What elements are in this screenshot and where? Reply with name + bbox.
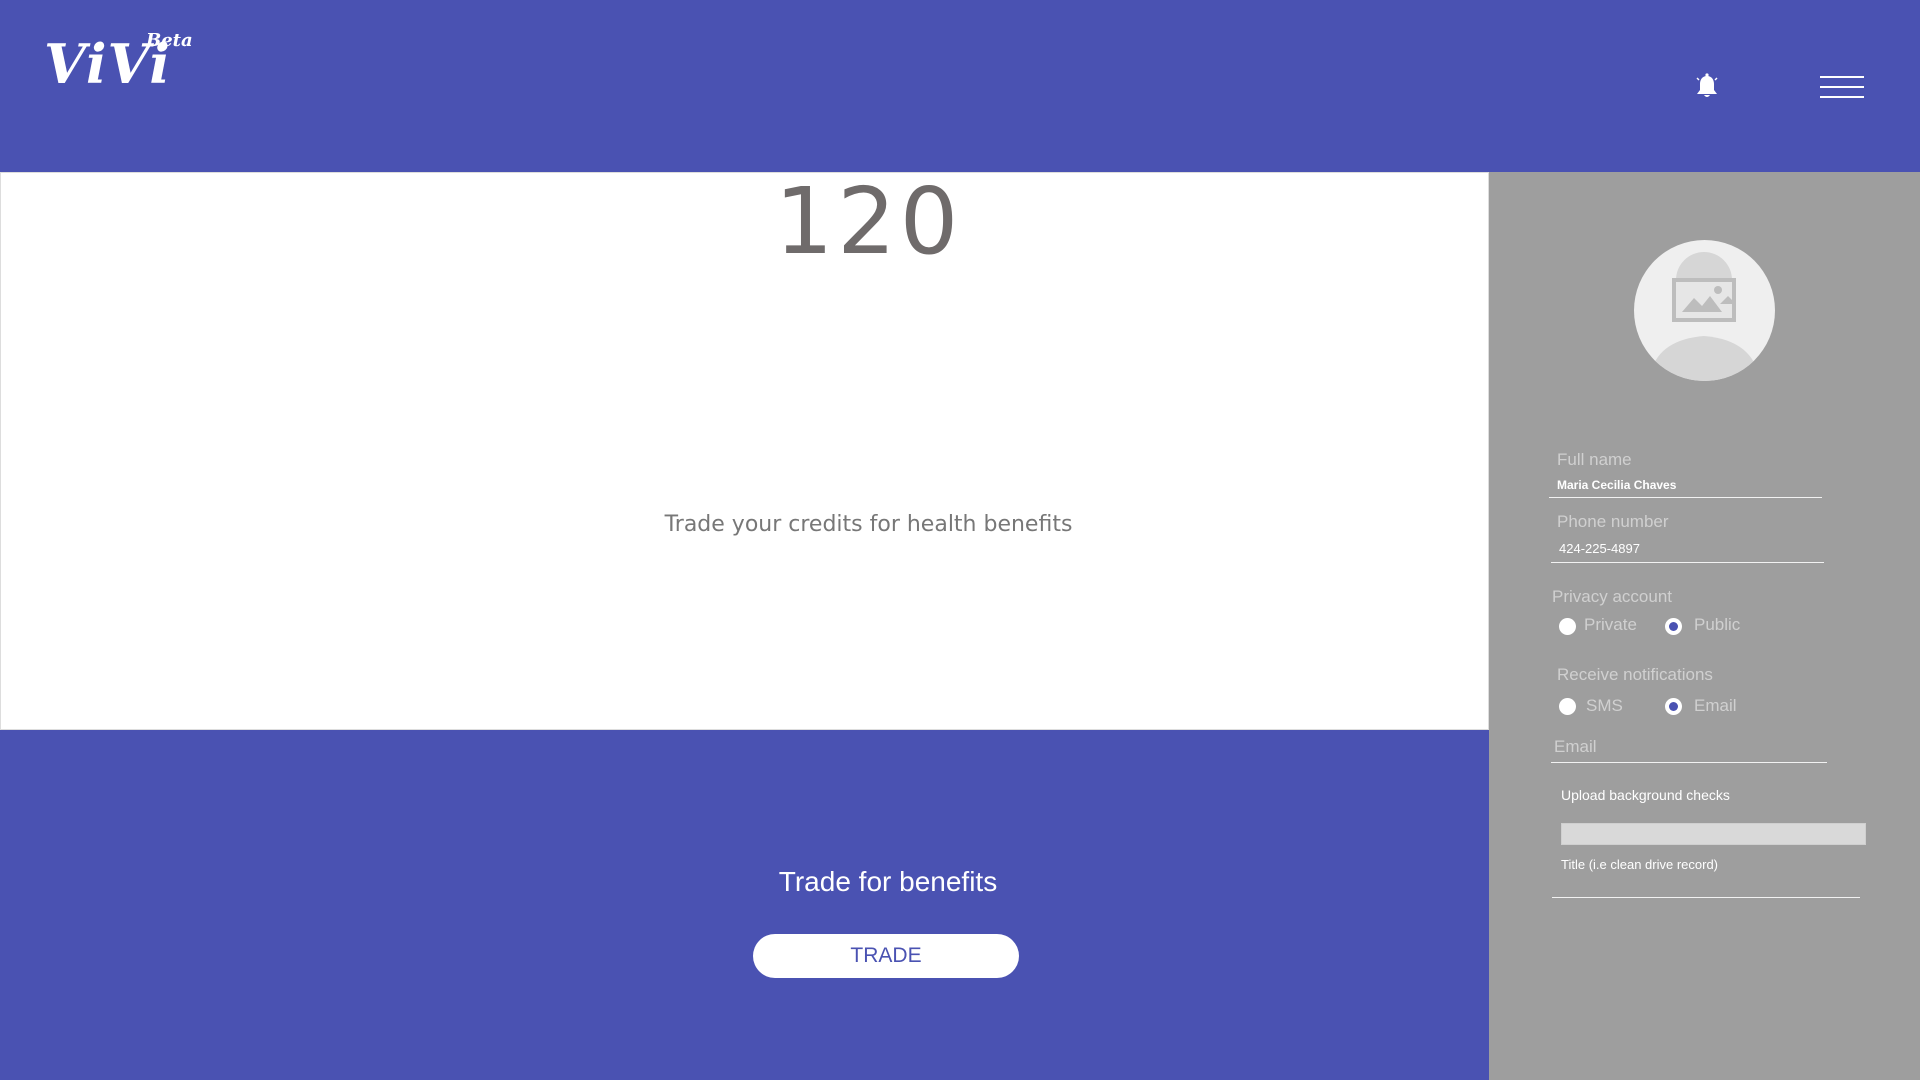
receive-notifications-label: Receive notifications	[1557, 665, 1713, 684]
trade-button[interactable]: TRADE	[753, 934, 1019, 978]
profile-panel: Full name Maria Cecilia Chaves Phone num…	[1489, 172, 1920, 1080]
email-field[interactable]: Email	[1554, 737, 1597, 757]
privacy-account-label: Privacy account	[1552, 587, 1672, 606]
document-title-field[interactable]: Title (i.e clean drive record)	[1561, 857, 1718, 872]
email-underline	[1551, 762, 1827, 763]
notify-sms-radio[interactable]	[1559, 698, 1576, 715]
bell-icon[interactable]	[1694, 72, 1720, 100]
upload-background-checks-label: Upload background checks	[1561, 787, 1730, 803]
phone-number-label: Phone number	[1557, 512, 1669, 531]
privacy-private-label: Private	[1584, 615, 1637, 634]
document-title-underline	[1552, 897, 1860, 898]
notify-sms-label: SMS	[1586, 696, 1623, 715]
credits-caption: Trade your credits for health benefits	[664, 512, 1073, 537]
privacy-public-radio[interactable]	[1665, 618, 1682, 635]
full-name-field[interactable]: Maria Cecilia Chaves	[1557, 478, 1676, 492]
phone-number-field[interactable]: 424-225-4897	[1559, 541, 1640, 556]
upload-background-checks-input[interactable]	[1561, 823, 1866, 845]
full-name-label: Full name	[1557, 450, 1632, 469]
notify-email-radio[interactable]	[1665, 698, 1682, 715]
phone-number-underline	[1551, 562, 1824, 563]
privacy-private-radio[interactable]	[1559, 618, 1576, 635]
header-bar: ViVi Beta	[0, 0, 1920, 172]
beta-badge: Beta	[146, 30, 193, 51]
avatar-placeholder-icon[interactable]	[1634, 240, 1775, 381]
privacy-public-label: Public	[1694, 615, 1741, 634]
full-name-underline	[1549, 497, 1822, 498]
hamburger-menu-icon[interactable]	[1820, 76, 1864, 102]
notify-email-label: Email	[1694, 696, 1737, 715]
credits-value: 120	[774, 168, 963, 275]
